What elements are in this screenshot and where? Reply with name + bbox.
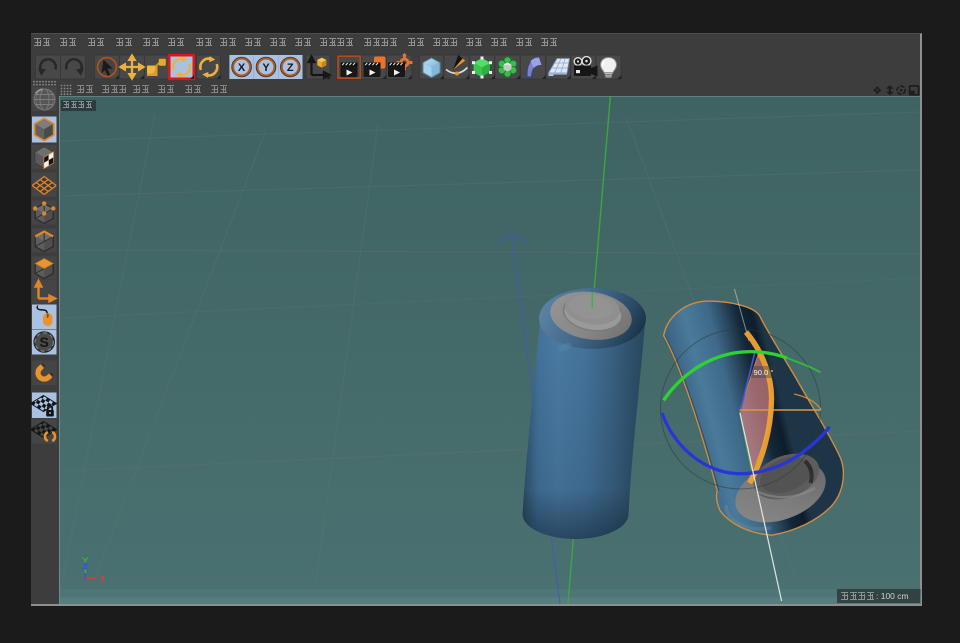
svg-text:Z: Z — [287, 62, 294, 74]
svg-text:X: X — [100, 575, 106, 584]
svg-text:X: X — [238, 62, 246, 74]
svg-text:90.0 °: 90.0 ° — [754, 368, 774, 377]
svg-text:S: S — [40, 334, 49, 350]
svg-text:Y: Y — [262, 62, 270, 74]
